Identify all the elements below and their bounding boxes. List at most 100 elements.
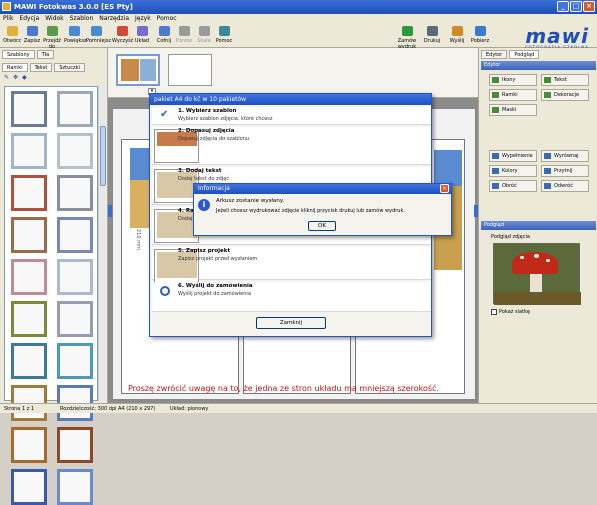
otwórz-button[interactable]: Otwórz	[2, 26, 22, 47]
pick-icon[interactable]: ✎	[4, 74, 9, 81]
menu-bar: Plik Edycja Widok Szablon Narzędzia Język Pomo…	[0, 14, 597, 24]
grid-checkbox[interactable]	[491, 309, 497, 315]
menu-item[interactable]: Widok	[45, 14, 63, 24]
frame-thumbnail[interactable]	[11, 133, 47, 169]
maximize-button[interactable]: □	[570, 1, 582, 12]
tool-button[interactable]: Obróć	[489, 180, 537, 192]
toolbar-right-button[interactable]: Zamów wydruk	[395, 26, 419, 50]
dekoracje-button[interactable]: Dekoracje	[541, 89, 589, 101]
menu-item[interactable]: Szablon	[70, 14, 94, 24]
toolbar-right-button[interactable]: Drukuj	[420, 26, 444, 47]
menu-item[interactable]: Narzędzia	[99, 14, 129, 24]
frame-thumbnail[interactable]	[57, 259, 93, 295]
frame-thumbnail[interactable]	[57, 301, 93, 337]
frame-thumbnail[interactable]	[57, 133, 93, 169]
przejdź-do-button[interactable]: Przejdź do	[42, 26, 62, 50]
step-description: Zapisz projekt przed wysłaniem	[178, 256, 258, 262]
app-icon	[2, 2, 11, 11]
info-line-1: Arkusz zostanie wysłany.	[216, 198, 285, 204]
tool-icon	[492, 168, 499, 174]
cofnij-button[interactable]: Cofnij	[154, 26, 174, 47]
right-tab[interactable]: Podgląd	[509, 50, 540, 59]
tekst-button[interactable]: Tekst	[541, 74, 589, 86]
wizard-close-button[interactable]: Zamknij	[256, 317, 326, 329]
toolbar-label: Pomoc	[215, 38, 233, 44]
scroll-thumb[interactable]	[100, 126, 106, 186]
toolbar-label: Wyślij	[449, 38, 465, 44]
tool-icon	[544, 92, 551, 98]
frame-thumbnail[interactable]	[57, 343, 93, 379]
step-image	[154, 249, 199, 283]
scale-icon	[198, 26, 210, 36]
move-icon[interactable]: ✥	[13, 74, 18, 81]
tool-button[interactable]: Kolory	[489, 165, 537, 177]
frame-thumbnail[interactable]	[57, 175, 93, 211]
wyczyść-button[interactable]: Wyczyść	[112, 26, 134, 47]
info-ok-button[interactable]: OK	[308, 221, 336, 231]
checkmark-icon: ✔	[160, 109, 169, 120]
tool-label: Maski	[502, 107, 517, 113]
pomniejsz-button[interactable]: Pomniejsz	[86, 26, 111, 47]
right-tab[interactable]: Edytor	[481, 50, 508, 59]
left-subtab[interactable]: Sztuczki	[54, 63, 85, 72]
minimize-button[interactable]: _	[557, 1, 569, 12]
wizard-step: 2. Dopasuj zdjęcia Dopasuj zdjęcia do sza…	[152, 127, 431, 165]
menu-item[interactable]: Język	[135, 14, 151, 24]
collapse-left-arrow-icon[interactable]	[108, 205, 112, 217]
info-close-button[interactable]: ×	[440, 184, 449, 193]
skala-button[interactable]: Skala	[194, 26, 214, 47]
frame-thumbnail[interactable]	[57, 427, 93, 463]
close-button[interactable]: ×	[583, 1, 595, 12]
frame-thumbnail[interactable]	[11, 217, 47, 253]
goto-icon	[46, 26, 58, 36]
powiększ-button[interactable]: Powiększ	[64, 26, 87, 47]
page-thumbnail-1[interactable]	[116, 54, 160, 86]
preview-header: Podgląd	[481, 221, 596, 230]
frame-thumbnail[interactable]	[11, 259, 47, 295]
frame-thumbnail[interactable]	[11, 427, 47, 463]
status-bar: Strona 1 z 1 Rozdzielczość: 300 dpi A4 (21…	[0, 403, 597, 413]
toolbar-label: Otwórz	[3, 38, 21, 44]
frame-gallery	[4, 86, 98, 505]
frame-thumbnail[interactable]	[57, 217, 93, 253]
gallery-scrollbar[interactable]	[98, 86, 106, 401]
tool-button[interactable]: Wypełnienie	[489, 150, 537, 162]
tool-button[interactable]: Odwróć	[541, 180, 589, 192]
tool-button[interactable]: Wyrównaj	[541, 150, 589, 162]
menu-item[interactable]: Plik	[3, 14, 13, 24]
step-image	[154, 129, 199, 163]
tool-icon	[492, 107, 499, 113]
right-panel: Edytor Podgląd Edytor Ikony Tekst Ramki Deko…	[478, 48, 597, 403]
step-title: 2. Dopasuj zdjęcia	[178, 128, 235, 134]
page-thumbnail-2[interactable]	[168, 54, 212, 86]
frame-thumbnail[interactable]	[11, 343, 47, 379]
left-subtab[interactable]: Tekst	[29, 63, 53, 72]
ikony-button[interactable]: Ikony	[489, 74, 537, 86]
tool-button[interactable]: Przytnij	[541, 165, 589, 177]
step-title: 5. Zapisz projekt	[178, 248, 231, 254]
frame-thumbnail[interactable]	[11, 469, 47, 505]
color-icon[interactable]: ◆	[22, 74, 27, 81]
menu-item[interactable]: Pomoc	[157, 14, 177, 24]
ponów-button[interactable]: Ponów	[174, 26, 194, 47]
left-subtab[interactable]: Ramki	[2, 63, 28, 72]
frame-thumbnail[interactable]	[11, 301, 47, 337]
ramki-button[interactable]: Ramki	[489, 89, 537, 101]
pomoc-button[interactable]: Pomoc	[214, 26, 234, 47]
frame-thumbnail[interactable]	[11, 91, 47, 127]
toolbar-right-button[interactable]: Wyślij	[445, 26, 469, 47]
step-title: 3. Dodaj tekst	[178, 168, 222, 174]
frame-thumbnail[interactable]	[11, 175, 47, 211]
frame-thumbnail[interactable]	[57, 91, 93, 127]
układ-button[interactable]: Układ	[132, 26, 152, 47]
zapisz-button[interactable]: Zapisz	[22, 26, 42, 47]
tool-label: Obróć	[502, 183, 517, 189]
left-tab[interactable]: Szablony	[2, 50, 35, 59]
maski-button[interactable]: Maski	[489, 104, 537, 116]
toolbar-right-button[interactable]: Pobierz	[468, 26, 492, 47]
left-tab[interactable]: Tła	[36, 50, 55, 59]
menu-item[interactable]: Edycja	[19, 14, 39, 24]
frame-thumbnail[interactable]	[57, 469, 93, 505]
toolbar-label: Drukuj	[423, 38, 441, 44]
download-icon	[474, 26, 486, 36]
